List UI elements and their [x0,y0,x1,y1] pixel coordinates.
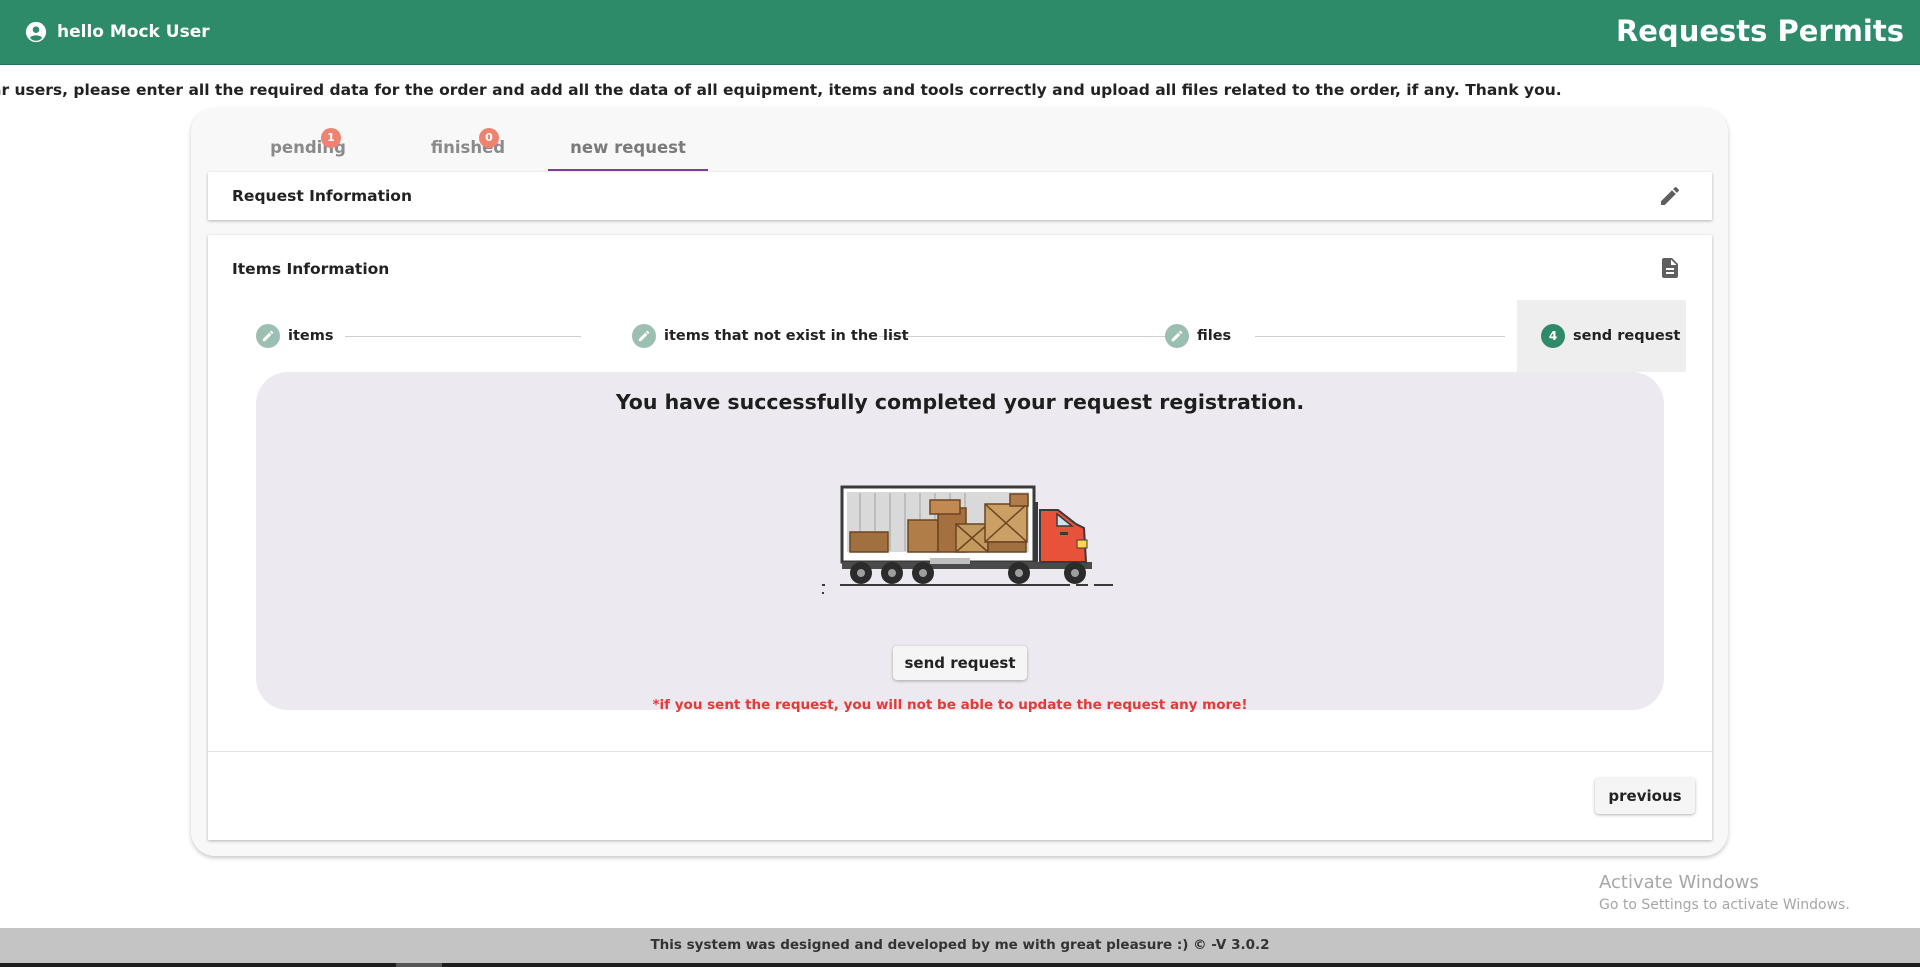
instructions-notice: ar users, please enter all the required … [0,81,1562,99]
step-connector [879,336,1166,337]
tab-new-request-label: new request [570,138,686,157]
step-connector [345,336,581,337]
taskbar-strip [0,963,1920,967]
pencil-icon[interactable] [1658,184,1682,208]
step-completed-icon [632,324,656,348]
step-completed-icon [256,324,280,348]
step-label: files [1197,328,1232,344]
user-greeting[interactable]: hello Mock User [25,21,210,43]
step-label: items [288,328,334,344]
pencil-icon [262,330,274,342]
page-footer: This system was designed and developed b… [0,928,1920,963]
watermark-subtitle: Go to Settings to activate Windows. [1599,897,1850,913]
tab-finished[interactable]: finished 0 [388,128,548,171]
document-icon[interactable] [1658,256,1682,280]
previous-button[interactable]: previous [1595,778,1695,814]
account-circle-icon [25,21,47,43]
send-warning-text: *if you sent the request, you will not b… [652,697,1248,713]
items-information-panel: Items Information items items that not e… [208,235,1712,840]
request-information-panel[interactable]: Request Information [208,172,1712,220]
delivery-truck-illustration [822,485,1113,594]
step-label: items that not exist in the list [664,328,909,344]
user-greeting-text: hello Mock User [57,22,210,42]
step-connector [1255,336,1505,337]
step-items-not-in-list[interactable]: items that not exist in the list [632,324,909,348]
finished-count-badge: 0 [479,128,499,148]
panel-divider [208,751,1712,752]
success-message: You have successfully completed your req… [615,390,1305,414]
step-items[interactable]: items [256,324,333,348]
step-label: send request [1573,328,1681,344]
pending-count-badge: 1 [321,128,341,148]
tab-new-request[interactable]: new request [548,128,708,171]
top-app-bar: hello Mock User Requests Permits [0,0,1920,65]
progress-stepper: items items that not exist in the list f… [208,300,1712,372]
watermark-title: Activate Windows [1599,872,1759,893]
items-information-title: Items Information [232,260,390,278]
success-box: You have successfully completed your req… [256,372,1664,713]
activate-windows-watermark: Activate Windows Go to Settings to activ… [1599,872,1850,913]
tab-pending[interactable]: pending 1 [228,128,388,171]
send-request-button[interactable]: send request [893,646,1027,680]
step-files[interactable]: files [1165,324,1231,348]
step-completed-icon [1165,324,1189,348]
request-tabs: pending 1 finished 0 new request [228,128,708,171]
pencil-icon [638,330,650,342]
step-number: 4 [1541,324,1565,348]
footer-text: This system was designed and developed b… [650,937,1270,953]
pencil-icon [1171,330,1183,342]
step-send-request[interactable]: 4 send request [1541,324,1680,348]
taskbar-segment [396,963,442,967]
app-title: Requests Permits [1615,14,1904,48]
request-information-title: Request Information [232,187,412,205]
